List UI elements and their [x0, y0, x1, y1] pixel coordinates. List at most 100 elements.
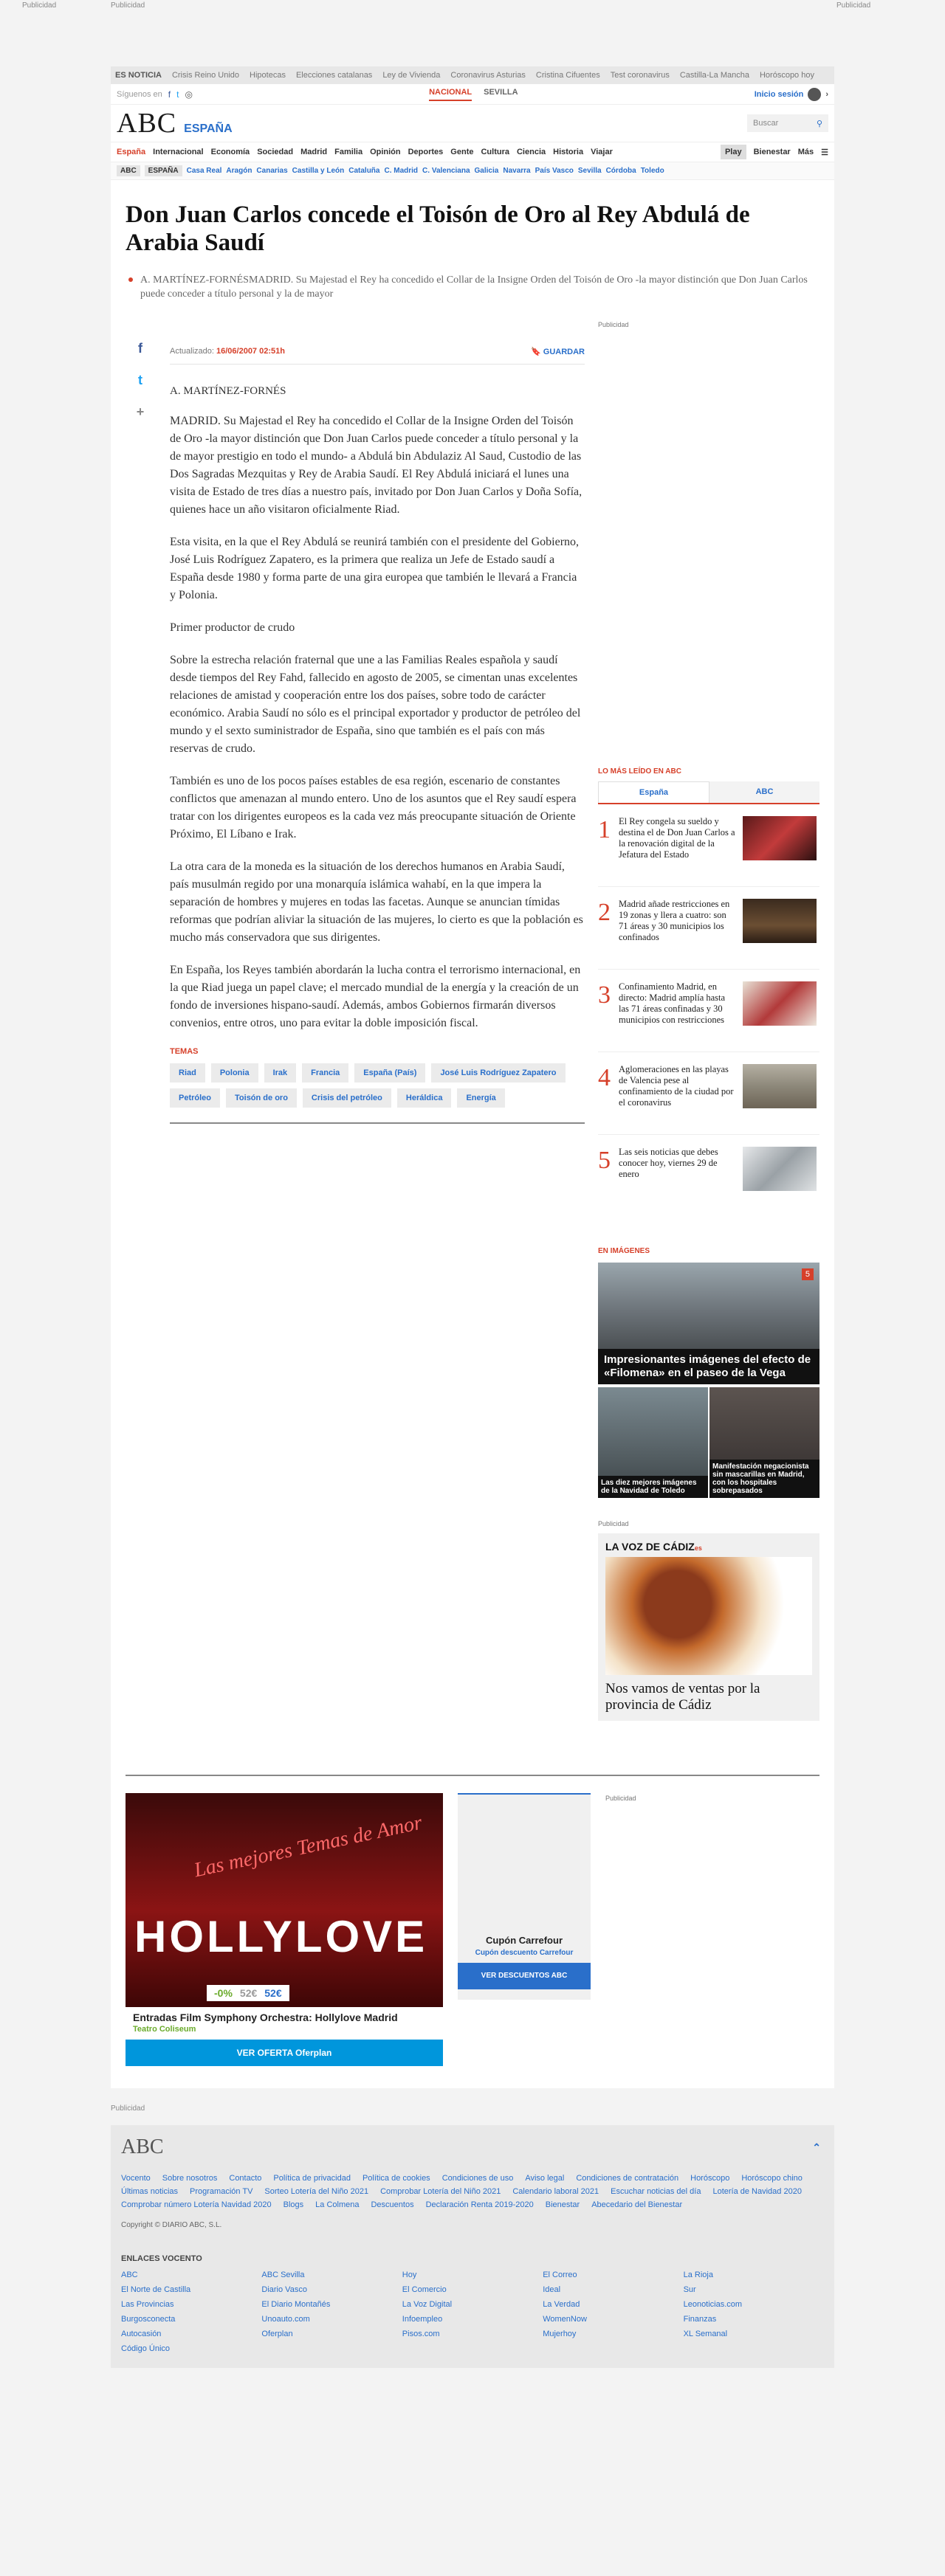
- section-name[interactable]: ESPAÑA: [184, 122, 233, 136]
- tag-link[interactable]: Polonia: [210, 1063, 258, 1082]
- view-offer-button[interactable]: VER OFERTA Oferplan: [126, 2040, 443, 2066]
- vocento-link[interactable]: WomenNow: [543, 2315, 683, 2324]
- footer-link[interactable]: Sobre nosotros: [162, 2174, 218, 2183]
- vocento-link[interactable]: La Rioja: [684, 2271, 824, 2279]
- nav-item-ciencia[interactable]: Ciencia: [517, 148, 546, 156]
- subnav-link[interactable]: Córdoba: [606, 167, 636, 175]
- most-read-item[interactable]: 1 El Rey congela su sueldo y destina el …: [598, 816, 819, 887]
- coupon-card[interactable]: Cupón Carrefour Cupón descuento Carrefou…: [458, 1793, 591, 2000]
- nav-item-deportes[interactable]: Deportes: [408, 148, 444, 156]
- subnav-link[interactable]: Toledo: [641, 167, 664, 175]
- tag-link[interactable]: Petróleo: [170, 1088, 221, 1108]
- tag-link[interactable]: España (País): [354, 1063, 426, 1082]
- vocento-link[interactable]: El Correo: [543, 2271, 683, 2279]
- most-read-item[interactable]: 4 Aglomeraciones en las playas de Valenc…: [598, 1064, 819, 1135]
- footer-link[interactable]: Condiciones de uso: [442, 2174, 514, 2183]
- footer-link[interactable]: Últimas noticias: [121, 2187, 178, 2196]
- footer-link[interactable]: Lotería de Navidad 2020: [712, 2187, 801, 2196]
- nav-item-gente[interactable]: Gente: [450, 148, 473, 156]
- save-button[interactable]: 🔖 GUARDAR: [531, 347, 585, 356]
- footer-link[interactable]: Comprobar Lotería del Niño 2021: [380, 2187, 501, 2196]
- footer-link[interactable]: Blogs: [284, 2200, 304, 2209]
- thumbnail-image[interactable]: [743, 981, 817, 1026]
- footer-link[interactable]: Bienestar: [546, 2200, 580, 2209]
- footer-logo[interactable]: ABC: [121, 2135, 824, 2159]
- footer-link[interactable]: La Colmena: [315, 2200, 359, 2209]
- search-icon[interactable]: ⚲: [817, 119, 822, 128]
- footer-link[interactable]: Política de cookies: [362, 2174, 430, 2183]
- subnav-link[interactable]: C. Valenciana: [422, 167, 470, 175]
- tag-link[interactable]: Irak: [264, 1063, 297, 1082]
- vocento-link[interactable]: Sur: [684, 2285, 824, 2294]
- tag-link[interactable]: Francia: [302, 1063, 349, 1082]
- breadcrumb-espana[interactable]: ESPAÑA: [144, 165, 182, 176]
- vocento-link[interactable]: Infoempleo: [402, 2315, 543, 2324]
- footer-link[interactable]: Horóscopo: [690, 2174, 729, 2183]
- vocento-link[interactable]: Hoy: [402, 2271, 543, 2279]
- vocento-link[interactable]: El Diario Montañés: [261, 2300, 402, 2309]
- site-logo[interactable]: ABC ESPAÑA: [117, 107, 233, 139]
- nav-item-internacional[interactable]: Internacional: [153, 148, 203, 156]
- gallery-caption[interactable]: Manifestación negacionista sin mascarill…: [709, 1460, 819, 1498]
- footer-link[interactable]: Horóscopo chino: [741, 2174, 803, 2183]
- trending-link[interactable]: Coronavirus Asturias: [450, 71, 526, 80]
- view-discounts-button[interactable]: VER DESCUENTOS ABC: [458, 1963, 591, 1989]
- nav-item-sociedad[interactable]: Sociedad: [257, 148, 293, 156]
- nav-item-cultura[interactable]: Cultura: [481, 148, 509, 156]
- footer-link[interactable]: Declaración Renta 2019-2020: [426, 2200, 534, 2209]
- trending-link[interactable]: Ley de Vivienda: [382, 71, 440, 80]
- vocento-link[interactable]: Unoauto.com: [261, 2315, 402, 2324]
- most-read-item[interactable]: 2 Madrid añade restricciones en 19 zonas…: [598, 899, 819, 970]
- edition-sevilla[interactable]: SEVILLA: [484, 88, 518, 101]
- nav-item-bienestar[interactable]: Bienestar: [754, 148, 791, 156]
- nav-item-historia[interactable]: Historia: [553, 148, 583, 156]
- footer-link[interactable]: Descuentos: [371, 2200, 413, 2209]
- subnav-link[interactable]: Casa Real: [187, 167, 222, 175]
- tag-link[interactable]: Energía: [457, 1088, 505, 1108]
- subnav-link[interactable]: Castilla y León: [292, 167, 345, 175]
- tag-link[interactable]: Heráldica: [396, 1088, 452, 1108]
- nav-item-economia[interactable]: Economía: [211, 148, 250, 156]
- tag-link[interactable]: Riad: [170, 1063, 205, 1082]
- most-read-text[interactable]: Aglomeraciones en las playas de Valencia…: [619, 1064, 737, 1134]
- footer-link[interactable]: Contacto: [229, 2174, 261, 2183]
- vocento-link[interactable]: Autocasión: [121, 2330, 261, 2338]
- vocento-link[interactable]: El Norte de Castilla: [121, 2285, 261, 2294]
- menu-icon[interactable]: ☰: [821, 148, 828, 157]
- subnav-link[interactable]: País Vasco: [535, 167, 574, 175]
- twitter-share-icon[interactable]: t: [133, 373, 148, 388]
- tag-link[interactable]: Toisón de oro: [226, 1088, 297, 1108]
- promo-image[interactable]: [605, 1557, 812, 1675]
- most-read-item[interactable]: 5 Las seis noticias que debes conocer ho…: [598, 1147, 819, 1218]
- login-link[interactable]: Inicio sesión ›: [755, 87, 828, 101]
- nav-item-play[interactable]: Play: [720, 145, 746, 159]
- nav-item-espana[interactable]: España: [117, 148, 145, 156]
- nav-item-mas[interactable]: Más: [798, 148, 814, 156]
- footer-link[interactable]: Política de privacidad: [273, 2174, 351, 2183]
- trending-link[interactable]: Horóscopo hoy: [760, 71, 814, 80]
- vocento-link[interactable]: Burgosconecta: [121, 2315, 261, 2324]
- vocento-link[interactable]: XL Semanal: [684, 2330, 824, 2338]
- subnav-link[interactable]: C. Madrid: [384, 167, 418, 175]
- vocento-link[interactable]: Pisos.com: [402, 2330, 543, 2338]
- promo-title[interactable]: Nos vamos de ventas por la provincia de …: [605, 1681, 812, 1713]
- facebook-share-icon[interactable]: f: [133, 341, 148, 356]
- vocento-link[interactable]: ABC: [121, 2271, 261, 2279]
- coupon-subtitle[interactable]: Cupón descuento Carrefour: [458, 1949, 591, 1957]
- facebook-icon[interactable]: f: [168, 89, 171, 100]
- vocento-link[interactable]: El Comercio: [402, 2285, 543, 2294]
- offer-title[interactable]: Entradas Film Symphony Orchestra: Hollyl…: [126, 2007, 443, 2025]
- tab-abc[interactable]: ABC: [709, 781, 819, 803]
- subnav-link[interactable]: Sevilla: [578, 167, 602, 175]
- gallery-item[interactable]: Manifestación negacionista sin mascarill…: [709, 1387, 819, 1498]
- search-input[interactable]: Buscar ⚲: [747, 114, 828, 132]
- footer-link[interactable]: Vocento: [121, 2174, 151, 2183]
- vocento-link[interactable]: Código Único: [121, 2344, 261, 2353]
- thumbnail-image[interactable]: [743, 899, 817, 943]
- gallery-main[interactable]: 5 Impresionantes imágenes del efecto de …: [598, 1263, 819, 1384]
- vocento-link[interactable]: Finanzas: [684, 2315, 824, 2324]
- thumbnail-image[interactable]: [743, 1147, 817, 1191]
- footer-link[interactable]: Calendario laboral 2021: [512, 2187, 599, 2196]
- offer-card[interactable]: Las mejores Temas de Amor HOLLYLOVE -0% …: [126, 1793, 443, 2066]
- gallery-caption[interactable]: Las diez mejores imágenes de la Navidad …: [598, 1476, 708, 1498]
